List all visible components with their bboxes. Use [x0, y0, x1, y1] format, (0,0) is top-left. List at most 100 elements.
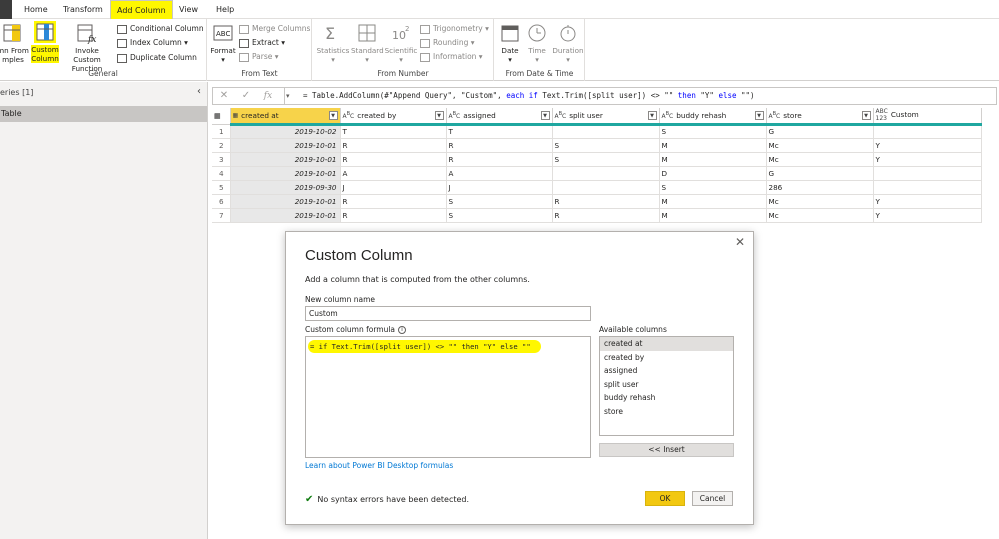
table-cell[interactable]: A [446, 166, 553, 181]
table-cell[interactable]: R [340, 138, 447, 153]
scientific-button[interactable]: 10 2 Scientific ▾ [384, 22, 418, 64]
column-from-examples-button[interactable]: mn From mples [0, 22, 30, 64]
table-cell[interactable] [552, 180, 660, 195]
table-cell[interactable] [873, 124, 982, 139]
date-button[interactable]: Date ▾ [498, 22, 522, 64]
column-header-assigned[interactable]: ABC assigned ▼ [446, 108, 553, 126]
table-cell[interactable]: R [552, 194, 660, 209]
table-cell[interactable]: M [659, 194, 767, 209]
standard-button[interactable]: Standard ▾ [351, 22, 384, 64]
column-header-split-user[interactable]: ABC split user ▼ [552, 108, 660, 126]
tab-home[interactable]: Home [18, 0, 54, 19]
invoke-custom-function-button[interactable]: fx Invoke Custom Function [61, 22, 113, 73]
table-menu-icon[interactable]: ▦ [212, 108, 231, 125]
list-item[interactable]: buddy rehash [600, 391, 733, 405]
table-cell[interactable] [873, 166, 982, 181]
filter-dropdown-icon[interactable]: ▼ [754, 111, 764, 120]
filter-dropdown-icon[interactable]: ▼ [647, 111, 657, 120]
filter-dropdown-icon[interactable]: ▼ [861, 111, 871, 120]
table-cell[interactable]: Y [873, 138, 982, 153]
statistics-button[interactable]: Σ Statistics ▾ [316, 22, 350, 64]
table-cell[interactable]: S [659, 124, 767, 139]
table-cell[interactable]: R [340, 152, 447, 167]
table-cell[interactable]: M [659, 138, 767, 153]
tab-transform[interactable]: Transform [57, 0, 109, 19]
table-cell[interactable]: J [446, 180, 553, 195]
table-cell[interactable]: Mc [766, 138, 874, 153]
table-cell[interactable]: 2019-10-01 [230, 208, 341, 223]
filter-dropdown-icon[interactable]: ▼ [540, 111, 550, 120]
list-item[interactable]: store [600, 405, 733, 419]
table-cell[interactable]: Y [873, 194, 982, 209]
table-cell[interactable]: T [340, 124, 447, 139]
table-cell[interactable]: Mc [766, 152, 874, 167]
table-cell[interactable]: R [552, 208, 660, 223]
custom-column-formula-input[interactable]: = if Text.Trim([split user]) <> "" then … [305, 336, 591, 458]
list-item[interactable]: split user [600, 378, 733, 392]
table-cell[interactable] [552, 124, 660, 139]
table-cell[interactable]: 286 [766, 180, 874, 195]
table-cell[interactable]: A [340, 166, 447, 181]
filter-dropdown-icon[interactable]: ▼ [328, 111, 338, 120]
info-icon[interactable]: i [398, 326, 407, 334]
table-cell[interactable]: 2019-09-30 [230, 180, 341, 195]
table-cell[interactable] [873, 180, 982, 195]
table-cell[interactable]: S [552, 138, 660, 153]
table-cell[interactable] [552, 166, 660, 181]
table-row[interactable]: 2 2019-10-01 R R S M Mc Y [212, 138, 982, 153]
table-cell[interactable]: G [766, 124, 874, 139]
column-header-buddy-rehash[interactable]: ABC buddy rehash ▼ [659, 108, 767, 126]
column-header-created-by[interactable]: ABC created by ▼ [340, 108, 447, 126]
column-header-store[interactable]: ABC store ▼ [766, 108, 874, 126]
table-cell[interactable]: S [659, 180, 767, 195]
table-cell[interactable]: S [446, 208, 553, 223]
table-row[interactable]: 4 2019-10-01 A A D G [212, 166, 982, 181]
table-cell[interactable]: T [446, 124, 553, 139]
ok-button[interactable]: OK [645, 491, 685, 506]
cancel-button[interactable]: Cancel [692, 491, 733, 506]
table-cell[interactable]: S [552, 152, 660, 167]
table-cell[interactable]: J [340, 180, 447, 195]
index-column-button[interactable]: Index Column ▾ [117, 37, 188, 49]
time-button[interactable]: Time ▾ [525, 22, 549, 64]
table-row[interactable]: 7 2019-10-01 R S R M Mc Y [212, 208, 982, 223]
list-item[interactable]: assigned [600, 364, 733, 378]
table-cell[interactable]: M [659, 152, 767, 167]
column-header-created-at[interactable]: ▦ created at ▼ [230, 108, 341, 126]
merge-columns-button[interactable]: Merge Columns [239, 23, 310, 35]
table-cell[interactable]: R [446, 152, 553, 167]
insert-button[interactable]: << Insert [599, 443, 734, 457]
expand-formula-chevron-icon[interactable]: ▾ [286, 88, 296, 104]
table-cell[interactable]: Y [873, 208, 982, 223]
cancel-formula-close-icon[interactable]: ✕ [213, 88, 235, 104]
rounding-button[interactable]: Rounding ▾ [420, 37, 475, 49]
table-cell[interactable]: Mc [766, 194, 874, 209]
format-button[interactable]: ABC Format ▾ [210, 22, 236, 64]
table-cell[interactable]: R [340, 194, 447, 209]
trigonometry-button[interactable]: Trigonometry ▾ [420, 23, 489, 35]
new-column-name-input[interactable]: Custom [305, 306, 591, 321]
tab-add-column[interactable]: Add Column [110, 0, 173, 19]
tab-help[interactable]: Help [210, 0, 240, 19]
table-cell[interactable]: R [446, 138, 553, 153]
table-cell[interactable]: 2019-10-02 [230, 124, 341, 139]
table-cell[interactable]: Mc [766, 208, 874, 223]
collapse-pane-chevron-left-icon[interactable]: ‹ [197, 86, 201, 97]
table-row[interactable]: 5 2019-09-30 J J S 286 [212, 180, 982, 195]
table-row[interactable]: 3 2019-10-01 R R S M Mc Y [212, 152, 982, 167]
parse-button[interactable]: Parse ▾ [239, 51, 279, 63]
formula-bar-input[interactable]: = Table.AddColumn(#"Append Query", "Cust… [303, 88, 755, 104]
learn-formulas-link[interactable]: Learn about Power BI Desktop formulas [305, 461, 453, 470]
table-cell[interactable]: S [446, 194, 553, 209]
column-header-custom[interactable]: ABC 123 Custom [873, 108, 982, 126]
table-cell[interactable]: 2019-10-01 [230, 194, 341, 209]
list-item[interactable]: created at [600, 337, 733, 351]
duration-button[interactable]: Duration ▾ [550, 22, 586, 64]
extract-button[interactable]: Extract ▾ [239, 37, 285, 49]
information-button[interactable]: Information ▾ [420, 51, 483, 63]
table-cell[interactable]: 2019-10-01 [230, 138, 341, 153]
table-cell[interactable]: D [659, 166, 767, 181]
fx-icon[interactable]: fx [257, 88, 279, 104]
table-cell[interactable]: 2019-10-01 [230, 152, 341, 167]
filter-dropdown-icon[interactable]: ▼ [434, 111, 444, 120]
